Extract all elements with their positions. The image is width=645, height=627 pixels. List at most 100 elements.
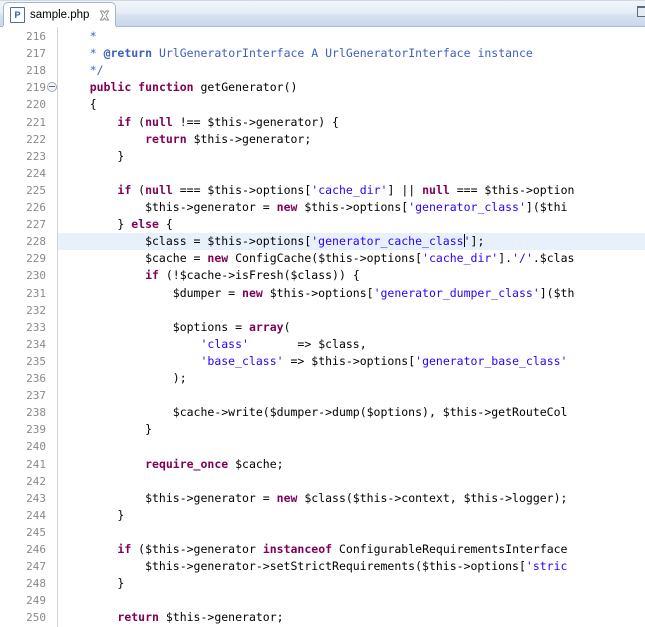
line-number: 233 bbox=[26, 320, 46, 334]
line-number: 243 bbox=[26, 491, 46, 505]
code-folding-column[interactable] bbox=[46, 27, 57, 627]
line-number: 235 bbox=[26, 354, 46, 368]
code-text-area[interactable]: * * @return UrlGeneratorInterface A UrlG… bbox=[58, 27, 645, 627]
code-line[interactable]: $this->generator = new $this->options['g… bbox=[62, 199, 567, 216]
code-line[interactable]: return $this->generator; bbox=[62, 131, 311, 148]
line-number: 237 bbox=[26, 389, 46, 403]
line-number-row: 249 bbox=[21, 592, 46, 609]
line-number-row: 219 bbox=[21, 79, 46, 96]
code-line[interactable]: $class = $this->options['generator_cache… bbox=[62, 233, 484, 250]
line-number: 220 bbox=[26, 98, 46, 112]
line-number: 239 bbox=[26, 423, 46, 437]
code-line[interactable]: * bbox=[62, 28, 97, 45]
line-number: 242 bbox=[26, 474, 46, 488]
line-number: 224 bbox=[26, 166, 46, 180]
line-number: 217 bbox=[26, 47, 46, 61]
line-number: 245 bbox=[26, 525, 46, 539]
tab-sample-php[interactable]: P sample.php bbox=[3, 2, 116, 27]
code-line[interactable]: } bbox=[62, 507, 124, 524]
line-number-row: 221 bbox=[21, 114, 46, 131]
code-line[interactable]: ); bbox=[62, 370, 187, 387]
line-number-row: 248 bbox=[21, 575, 46, 592]
line-number: 223 bbox=[26, 149, 46, 163]
line-number: 234 bbox=[26, 337, 46, 351]
line-number: 240 bbox=[26, 440, 46, 454]
line-number-row: 245 bbox=[21, 524, 46, 541]
line-number: 216 bbox=[26, 30, 46, 43]
code-line[interactable]: require_once $cache; bbox=[62, 456, 283, 473]
code-line[interactable]: } bbox=[62, 148, 124, 165]
code-line[interactable]: $cache = new ConfigCache($this->options[… bbox=[62, 250, 574, 267]
tabbar-top-divider bbox=[0, 0, 645, 1]
restore-view-icon[interactable] bbox=[637, 6, 645, 17]
code-line[interactable]: $cache->write($dumper->dump($options), $… bbox=[62, 404, 568, 421]
code-line[interactable]: { bbox=[62, 96, 97, 113]
code-line[interactable]: 'class' => $class, bbox=[62, 336, 366, 353]
line-number: 225 bbox=[26, 183, 46, 197]
line-number-row: 242 bbox=[21, 473, 46, 490]
line-number-row: 234 bbox=[21, 336, 46, 353]
line-number: 241 bbox=[26, 457, 46, 471]
editor-tab-bar: P sample.php bbox=[0, 0, 645, 27]
line-number: 247 bbox=[26, 560, 46, 574]
line-number-row: 246 bbox=[21, 541, 46, 558]
line-number-column: 216 217 218 219 220 221 222 223 224 225 226 227 228 2… bbox=[21, 27, 46, 627]
code-line[interactable]: $this->generator->setStrictRequirements(… bbox=[62, 558, 567, 575]
code-line[interactable]: } bbox=[62, 421, 152, 438]
line-number-row: 229 bbox=[21, 250, 46, 267]
code-line[interactable]: $this->generator = new $class($this->con… bbox=[62, 490, 567, 507]
line-number: 219 bbox=[26, 81, 46, 95]
line-number-row: 236 bbox=[21, 370, 46, 387]
line-number-row: 233 bbox=[21, 319, 46, 336]
line-number-row: 216 bbox=[21, 28, 46, 45]
tab-active-underline bbox=[3, 26, 116, 27]
code-line[interactable]: if (!$cache->isFresh($class)) { bbox=[62, 267, 360, 284]
line-number-row: 231 bbox=[21, 285, 46, 302]
code-line[interactable]: $dumper = new $this->options['generator_… bbox=[62, 285, 575, 302]
code-line[interactable]: } else { bbox=[62, 216, 172, 233]
line-number-row: 235 bbox=[21, 353, 46, 370]
line-number-row: 250 bbox=[21, 609, 46, 626]
php-file-icon: P bbox=[10, 7, 25, 23]
line-number-row: 241 bbox=[21, 456, 46, 473]
annotation-ruler[interactable] bbox=[5, 27, 21, 627]
collapse-fold-icon[interactable] bbox=[47, 82, 57, 93]
code-line[interactable]: return $this->generator; bbox=[62, 609, 283, 626]
code-line[interactable]: } bbox=[62, 575, 124, 592]
line-number-row: 243 bbox=[21, 490, 46, 507]
line-number-row: 223 bbox=[21, 148, 46, 165]
code-line[interactable]: public function getGenerator() bbox=[62, 79, 298, 96]
line-number-row: 237 bbox=[21, 387, 46, 404]
close-tab-icon[interactable] bbox=[99, 10, 110, 21]
code-line[interactable]: */ bbox=[62, 62, 104, 79]
line-number: 232 bbox=[26, 303, 46, 317]
line-number-row: 230 bbox=[21, 267, 46, 284]
code-line[interactable]: * @return UrlGeneratorInterface A UrlGen… bbox=[62, 45, 533, 62]
fold-row bbox=[46, 79, 57, 96]
line-number-row: 220 bbox=[21, 96, 46, 113]
line-number-row: 226 bbox=[21, 199, 46, 216]
line-number: 236 bbox=[26, 372, 46, 385]
line-number: 222 bbox=[26, 132, 46, 146]
line-number: 249 bbox=[26, 594, 46, 608]
line-number-row: 217 bbox=[21, 45, 46, 62]
code-line[interactable]: if (null === $this->options['cache_dir']… bbox=[62, 182, 574, 199]
tab-label: sample.php bbox=[30, 9, 90, 21]
line-number: 221 bbox=[26, 115, 46, 129]
line-number-row: 244 bbox=[21, 507, 46, 524]
line-number-row: 227 bbox=[21, 216, 46, 233]
code-line[interactable]: 'base_class' => $this->options['generato… bbox=[62, 353, 567, 370]
line-number-row: 232 bbox=[21, 302, 46, 319]
code-editor[interactable]: 216 217 218 219 220 221 222 223 224 225 226 227 228 2… bbox=[0, 27, 645, 627]
line-number: 227 bbox=[26, 218, 46, 232]
line-number-row: 238 bbox=[21, 404, 46, 421]
line-number: 238 bbox=[26, 406, 46, 420]
line-number: 230 bbox=[26, 269, 46, 283]
editor-window: P sample.php 216 217 218 219 220 221 222 223 224… bbox=[0, 0, 645, 627]
line-number-row: 225 bbox=[21, 182, 46, 199]
code-line[interactable]: if (null !== $this->generator) { bbox=[62, 114, 339, 131]
code-line[interactable]: if ($this->generator instanceof Configur… bbox=[62, 541, 567, 558]
code-line[interactable]: $options = array( bbox=[62, 319, 291, 336]
line-number-row: 222 bbox=[21, 131, 46, 148]
line-number: 244 bbox=[26, 508, 46, 522]
